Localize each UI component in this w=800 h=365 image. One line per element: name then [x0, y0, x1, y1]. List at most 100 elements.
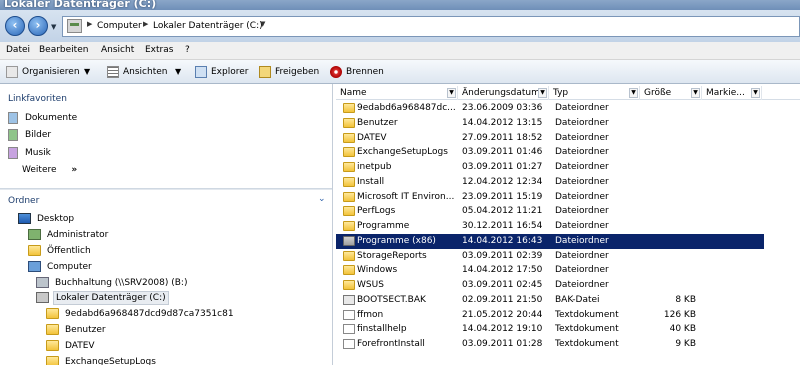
- file-date: 23.06.2009 03:36: [462, 103, 543, 113]
- organize-button[interactable]: Organisieren: [6, 65, 80, 79]
- folders-title[interactable]: Ordner: [8, 196, 39, 206]
- folder-icon: [46, 308, 59, 319]
- burn-button[interactable]: Brennen: [330, 65, 384, 79]
- file-date: 27.09.2011 18:52: [462, 132, 543, 143]
- file-row[interactable]: PerfLogs 05.04.2012 11:21 Dateiordner: [336, 204, 764, 219]
- breadcrumb-local-disk[interactable]: Lokaler Datenträger (C:): [153, 21, 263, 31]
- window-title: Lokaler Datenträger (C:): [4, 0, 157, 10]
- chevron-down-icon[interactable]: ▼: [447, 88, 456, 98]
- more-chevron-icon: »: [71, 165, 78, 175]
- chevron-right-icon[interactable]: ▶: [87, 20, 92, 28]
- back-button[interactable]: ‹: [5, 16, 25, 36]
- folder-icon: [46, 324, 59, 335]
- file-name: finstallhelp: [357, 324, 407, 335]
- chevron-down-icon[interactable]: ▼: [751, 88, 760, 98]
- navigation-bar: ‹ › ▼ ▶ Computer ▶ Lokaler Datenträger (…: [0, 10, 800, 42]
- forward-button[interactable]: ›: [28, 16, 48, 36]
- views-button[interactable]: Ansichten: [107, 65, 167, 79]
- file-date: 05.04.2012 11:21: [462, 206, 543, 217]
- file-row[interactable]: Install 12.04.2012 12:34 Dateiordner: [336, 175, 764, 190]
- computer-icon: [28, 261, 41, 272]
- user-icon: [28, 229, 41, 240]
- tree-item-benutzer[interactable]: Benutzer: [46, 324, 108, 340]
- file-date: 30.12.2011 16:54: [462, 221, 543, 231]
- file-row[interactable]: finstallhelp 14.04.2012 19:10 Textdokument…: [336, 322, 764, 337]
- file-name: Programme (x86): [357, 235, 436, 246]
- file-date: 23.09.2011 15:19: [462, 191, 543, 202]
- file-row[interactable]: 9edabd6a968487dc... 23.06.2009 03:36 Datei…: [336, 101, 764, 116]
- file-type: Textdokument: [555, 309, 619, 320]
- file-row[interactable]: StorageReports 03.09.2011 02:39 Dateiordne…: [336, 249, 764, 264]
- file-row[interactable]: Windows 14.04.2012 17:50 Dateiordner: [336, 263, 764, 278]
- file-row[interactable]: ExchangeSetupLogs 03.09.2011 01:46 Dateior…: [336, 145, 764, 160]
- file-row[interactable]: BOOTSECT.BAK 02.09.2011 21:50 BAK-Datei 8 K…: [336, 293, 764, 308]
- tree-item-desktop[interactable]: Desktop: [18, 213, 76, 229]
- column-header-size[interactable]: Größe ▼: [640, 86, 702, 100]
- pane-divider[interactable]: [0, 188, 332, 190]
- column-header-tags[interactable]: Markie... ▼: [702, 86, 762, 100]
- file-row[interactable]: DATEV 27.09.2011 18:52 Dateiordner: [336, 131, 764, 146]
- menu-ansicht[interactable]: Ansicht: [101, 45, 134, 55]
- file-type: Dateiordner: [555, 162, 609, 172]
- chevron-down-icon[interactable]: ▼: [629, 88, 638, 98]
- file-row[interactable]: ffmon 21.05.2012 20:44 Textdokument 126 KB: [336, 308, 764, 323]
- text-file-icon: [343, 339, 355, 349]
- favorite-weitere[interactable]: Weitere »: [22, 165, 77, 181]
- chevron-down-icon[interactable]: ▼: [260, 20, 265, 28]
- folder-icon: [343, 162, 355, 172]
- tree-item-folder[interactable]: 9edabd6a968487dcd9d87ca7351c81: [46, 308, 236, 324]
- file-row[interactable]: Benutzer 14.04.2012 13:15 Dateiordner: [336, 116, 764, 131]
- folder-icon: [343, 117, 355, 128]
- explorer-icon: [195, 66, 207, 78]
- tree-item-local-disk[interactable]: Lokaler Datenträger (C:): [36, 290, 169, 308]
- file-name: ForefrontInstall: [357, 339, 425, 349]
- recent-pages-dropdown[interactable]: ▼: [51, 23, 56, 31]
- file-type: Dateiordner: [555, 147, 609, 158]
- share-button[interactable]: Freigeben: [259, 65, 319, 79]
- chevron-down-icon[interactable]: ⌄: [318, 194, 326, 204]
- file-row[interactable]: Programme 30.12.2011 16:54 Dateiordner: [336, 219, 764, 234]
- column-header-type[interactable]: Typ ▼: [549, 86, 640, 100]
- file-name: Benutzer: [357, 117, 398, 128]
- tree-item-exchangesetuplogs[interactable]: ExchangeSetupLogs: [46, 356, 158, 365]
- file-name: ExchangeSetupLogs: [357, 147, 448, 158]
- network-drive-icon: [36, 277, 49, 288]
- tree-item-administrator[interactable]: Administrator: [28, 229, 110, 245]
- file-name: WSUS: [357, 280, 384, 290]
- file-date: 21.05.2012 20:44: [462, 309, 543, 320]
- menu-datei[interactable]: Datei: [6, 45, 30, 55]
- file-list: Name ▼ Änderungsdatum ▼ Typ ▼ Größe ▼ Markie…: [336, 84, 800, 365]
- tree-item-datev[interactable]: DATEV: [46, 340, 97, 356]
- chevron-down-icon[interactable]: ▼: [84, 65, 90, 79]
- file-row[interactable]: inetpub 03.09.2011 01:27 Dateiordner: [336, 160, 764, 175]
- menu-bearbeiten[interactable]: Bearbeiten: [39, 45, 88, 55]
- chevron-down-icon[interactable]: ▼: [175, 65, 181, 79]
- file-row[interactable]: WSUS 03.09.2011 02:45 Dateiordner: [336, 278, 764, 293]
- chevron-right-icon[interactable]: ▶: [143, 20, 148, 28]
- file-name: PerfLogs: [357, 206, 396, 217]
- favorite-musik[interactable]: Musik: [8, 147, 51, 163]
- file-row[interactable]: Microsoft IT Environ... 23.09.2011 15:19 D…: [336, 190, 764, 205]
- breadcrumb-computer[interactable]: Computer: [97, 21, 142, 31]
- chevron-down-icon[interactable]: ▼: [538, 88, 547, 98]
- folder-icon: [343, 280, 355, 290]
- file-size: 8 KB: [675, 294, 696, 305]
- tree-item-oeffentlich[interactable]: Öffentlich: [28, 245, 93, 261]
- explorer-button[interactable]: Explorer: [195, 65, 248, 79]
- favorites-title: Linkfavoriten: [8, 94, 67, 104]
- file-name: Windows: [357, 265, 398, 276]
- menu-extras[interactable]: Extras: [145, 45, 173, 55]
- favorite-bilder[interactable]: Bilder: [8, 129, 51, 145]
- tree-item-computer[interactable]: Computer: [28, 261, 94, 277]
- file-type: Dateiordner: [555, 265, 609, 276]
- column-header-date[interactable]: Änderungsdatum ▼: [458, 86, 549, 100]
- address-bar[interactable]: ▶ Computer ▶ Lokaler Datenträger (C:) ▼: [62, 16, 800, 37]
- file-row[interactable]: ForefrontInstall 03.09.2011 01:28 Textdoku…: [336, 337, 764, 352]
- file-row[interactable]: Programme (x86) 14.04.2012 16:43 Dateiordn…: [336, 233, 764, 249]
- favorite-dokumente[interactable]: Dokumente: [8, 112, 77, 128]
- chevron-down-icon[interactable]: ▼: [691, 88, 700, 98]
- column-header-name[interactable]: Name ▼: [336, 86, 458, 100]
- pictures-icon: [8, 129, 18, 141]
- menu-help[interactable]: ?: [185, 45, 190, 55]
- file-name: Microsoft IT Environ...: [357, 191, 455, 202]
